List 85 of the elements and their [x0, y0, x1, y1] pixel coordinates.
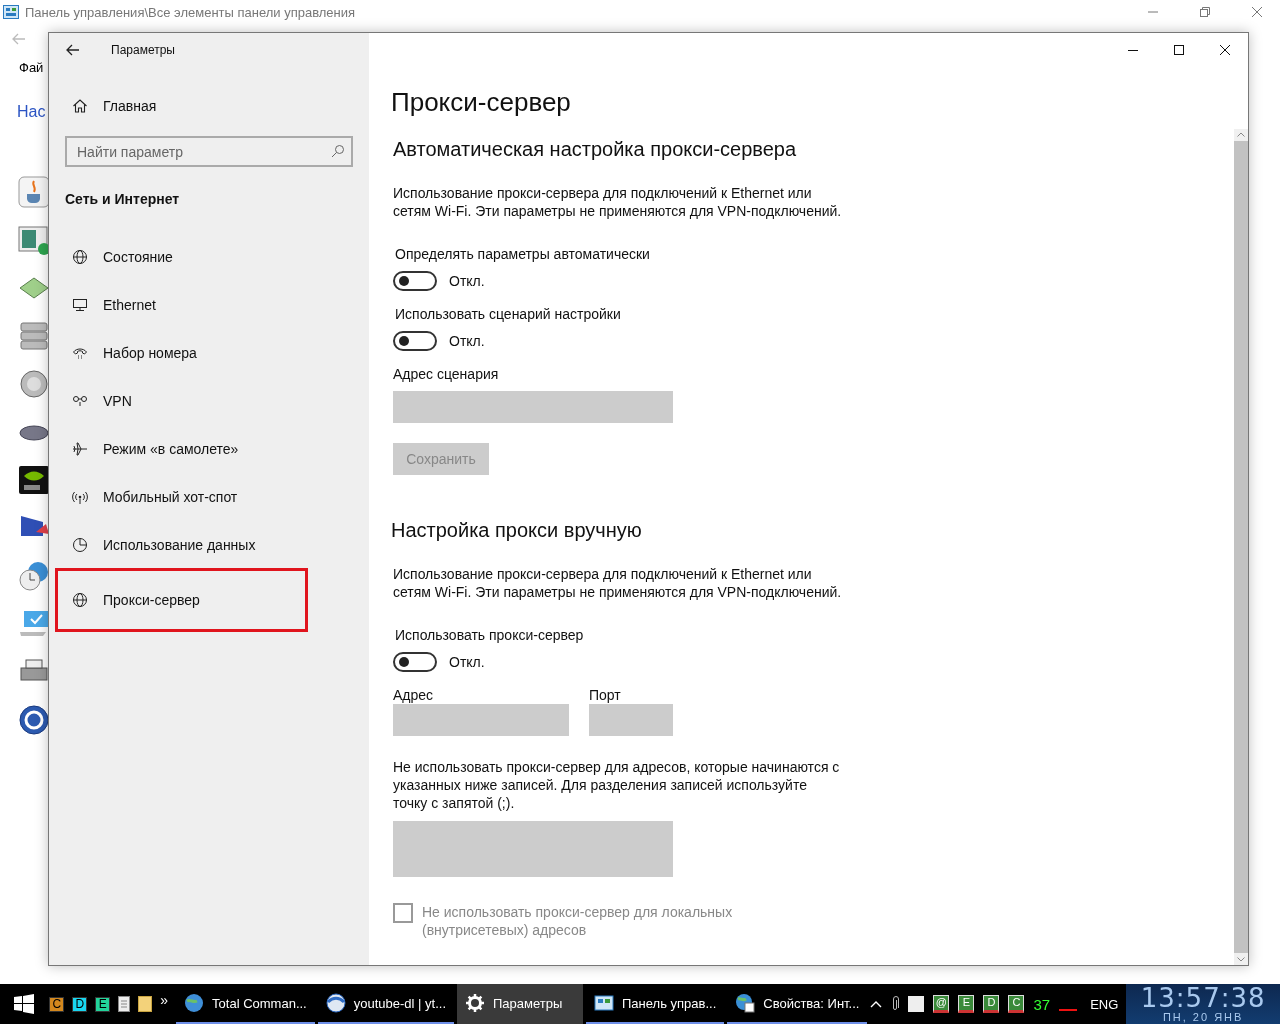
- toggle-state: Откл.: [449, 333, 485, 349]
- scroll-up-icon: [1237, 132, 1245, 137]
- control-panel-icon: [18, 368, 50, 400]
- close-icon: [1251, 6, 1263, 18]
- section-heading: Сеть и Интернет: [65, 191, 181, 207]
- control-panel-icon: [3, 5, 19, 19]
- field-label: Адрес сценария: [393, 366, 500, 382]
- maximize-icon: [1173, 44, 1185, 56]
- link[interactable]: Нас: [17, 103, 46, 121]
- drive-shortcut[interactable]: C: [49, 996, 65, 1012]
- window-title: Панель управления\Все элементы панели управления: [25, 4, 356, 20]
- section-heading: Автоматическая настройка прокси-сервера: [393, 138, 798, 161]
- restore-icon: [1199, 6, 1211, 18]
- toggle-state: Откл.: [449, 654, 485, 670]
- language-indicator[interactable]: ENG: [1090, 996, 1119, 1012]
- menu-item[interactable]: Фай: [19, 60, 44, 75]
- clock-date: ПН, 20 ЯНВ: [1162, 1011, 1244, 1023]
- drive-shortcut[interactable]: D: [72, 996, 88, 1012]
- input-field[interactable]: [589, 704, 673, 736]
- control-panel-icon: [594, 993, 614, 1013]
- field-label: Адрес: [393, 687, 435, 703]
- globe-icon: [735, 993, 756, 1013]
- toggle-label: Определять параметры автоматически: [395, 246, 651, 262]
- toggle-switch[interactable]: [393, 652, 437, 672]
- nav-item[interactable]: Прокси-сервер: [56, 569, 307, 631]
- input-field[interactable]: [393, 704, 569, 736]
- tray-badge[interactable]: D: [983, 995, 1000, 1013]
- clock-time: 13:57:38: [1140, 985, 1266, 1011]
- control-panel-icon: [18, 464, 50, 496]
- field-label: Порт: [589, 687, 622, 703]
- nav-item[interactable]: Мобильный хот-спот: [56, 473, 362, 521]
- phone-icon: [72, 345, 88, 361]
- windows-logo-icon: [13, 994, 34, 1014]
- nav-item[interactable]: Состояние: [56, 233, 362, 281]
- nav-item[interactable]: VPN: [56, 377, 362, 425]
- tray-badge[interactable]: E: [958, 995, 975, 1013]
- description-text: Не использовать прокси-сервер для адресов, которые начинаются с указанных ниже записей. Для разделения записей используйте точку с запятой (;).: [393, 758, 841, 812]
- toggle-label: Использовать прокси-сервер: [395, 627, 585, 643]
- chain-icon: [72, 393, 88, 409]
- home-icon: [72, 98, 88, 114]
- toggle-label: Использовать сценарий настройки: [395, 306, 622, 322]
- input-field[interactable]: [393, 821, 673, 877]
- folder-icon: [138, 996, 153, 1012]
- nav-item[interactable]: Набор номера: [56, 329, 362, 377]
- toggle-switch[interactable]: [393, 331, 437, 351]
- globe-icon: [72, 592, 88, 608]
- document-icon: [118, 996, 131, 1012]
- back-arrow-icon: [12, 33, 26, 45]
- close-icon: [1219, 44, 1231, 56]
- gear-icon: [465, 993, 485, 1013]
- sphere-icon: [325, 993, 346, 1013]
- app-title: Параметры: [111, 43, 175, 57]
- taskbar-button[interactable]: Параметры: [457, 984, 583, 1024]
- overflow-button[interactable]: »: [160, 992, 169, 1008]
- drive-shortcut[interactable]: E: [95, 996, 111, 1012]
- search-field[interactable]: Найти параметр: [65, 136, 353, 167]
- tray-counter[interactable]: 37: [1033, 995, 1051, 1013]
- antenna-icon: [72, 489, 88, 505]
- toggle-switch[interactable]: [393, 271, 437, 291]
- globe-icon: [72, 249, 88, 265]
- nav-item[interactable]: Использование данных: [56, 521, 362, 569]
- underline-icon: [1059, 1009, 1078, 1011]
- description-text: Использование прокси-сервера для подключений к Ethernet или сетям Wi-Fi. Эти параметры не применяются для VPN-подключений.: [393, 565, 843, 601]
- description-text: Использование прокси-сервера для подключений к Ethernet или сетям Wi-Fi. Эти параметры не применяются для VPN-подключений.: [393, 184, 843, 220]
- square-icon: [908, 996, 925, 1012]
- input-field[interactable]: [393, 391, 673, 423]
- clock[interactable]: 13:57:38 ПН, 20 ЯНВ: [1126, 984, 1280, 1024]
- chevron-up-icon: [870, 999, 883, 1009]
- pie-chart-icon: [72, 537, 88, 553]
- paperclip-icon: [891, 996, 900, 1012]
- tray-badge[interactable]: @: [933, 995, 950, 1013]
- monitor-icon: [72, 297, 88, 313]
- home-link[interactable]: Главная: [56, 82, 362, 130]
- scroll-down-icon: [1237, 957, 1245, 962]
- back-arrow-icon: [66, 44, 80, 56]
- page-title: Прокси-сервер: [391, 87, 572, 118]
- checkbox-label: Не использовать прокси-сервер для локальных (внутрисетевых) адресов: [422, 903, 734, 939]
- globe-icon: [184, 993, 205, 1013]
- search-icon: [331, 144, 345, 158]
- nav-item[interactable]: Режим «в самолете»: [56, 425, 362, 473]
- toggle-state: Откл.: [449, 273, 485, 289]
- tray-badge[interactable]: C: [1008, 995, 1025, 1013]
- nav-item[interactable]: Ethernet: [56, 281, 362, 329]
- airplane-icon: [72, 441, 88, 457]
- section-heading: Настройка прокси вручную: [391, 519, 643, 542]
